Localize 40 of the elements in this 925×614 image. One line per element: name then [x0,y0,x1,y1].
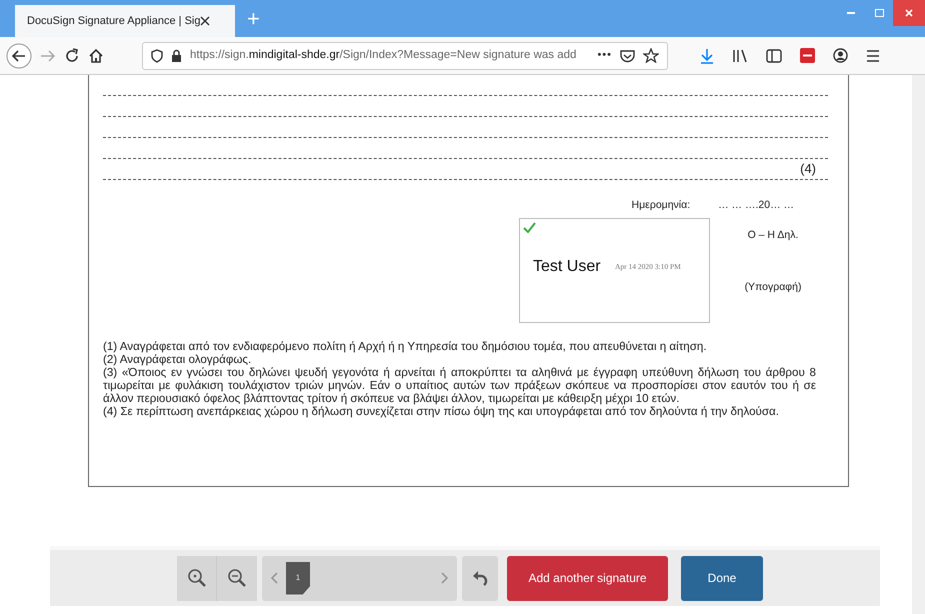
library-icon[interactable] [732,48,748,62]
close-button[interactable] [893,0,925,26]
signer-name: Test User [533,256,601,277]
minimize-icon [847,12,855,14]
extension-icon[interactable] [800,48,815,63]
download-icon[interactable] [700,48,714,64]
scrollbar[interactable] [912,75,925,614]
pocket-icon[interactable] [620,48,635,62]
page-actions-button[interactable]: ••• [597,47,612,64]
maximize-icon [874,9,884,17]
zoom-in-button[interactable] [177,556,217,600]
back-icon[interactable] [6,42,32,68]
footnote-text: (1) Αναγράφεται από τον ενδιαφερόμενο πολίτη ή Αρχή ή η Υπηρεσία του δημόσιου τομέα, που απευθύνεται η αίτηση. [103,340,708,353]
declarant-label: Ο – Η Δηλ. [748,228,798,243]
reload-icon[interactable] [64,48,80,64]
done-button[interactable]: Done [681,556,763,600]
close-icon [905,9,913,17]
date-label: Ημερομηνία: [632,198,690,213]
star-icon[interactable] [643,48,659,63]
footnote-mark: (4) [800,160,816,178]
home-icon[interactable] [88,48,104,64]
zoom-in-icon [186,568,206,588]
page-thumbnail[interactable]: 1 [286,562,310,594]
zoom-out-icon [227,568,247,588]
address-bar[interactable]: https://sign.mindigital-shde.gr/Sign/Index?Message=New signature was add ••• [142,42,668,70]
signature-caption: (Υπογραφή) [744,280,802,294]
lock-icon [171,49,182,62]
sidebar-icon[interactable] [766,48,782,62]
date-value: … … ….20… … [718,198,794,213]
footnote-text: (4) Σε περίπτωση ανεπάρκειας χώρου η δήλωση συνεχίζεται στην πίσω όψη της και υπογράφεται από τον δηλούντα ή την δηλούσα. [103,404,780,418]
add-signature-button[interactable]: Add another signature [507,556,668,600]
menu-icon[interactable] [866,50,880,62]
undo-button[interactable] [462,556,498,600]
browser-tab[interactable]: DocuSign Signature Appliance | Sig [15,5,235,37]
shield-icon [151,48,163,62]
footnote-text: (2) Αναγράφεται ολογράφως. [103,352,252,366]
account-icon[interactable] [833,48,848,63]
footnote-text: (3) «Όποιος εν γνώσει του δηλώνει ψευδή γεγονότα ή αρνείται ή αποκρύπτει τα αληθινά με έγγραφη υπεύθυνη δήλωση του άρθρου 8 τιμωρείται με φυλάκιση τουλάχιστον τριών μηνών. Εάν ο υπαίτιος αυτών των πράξεων σκόπευε να προσπορίσει στον εαυτόν του ή σε άλλον περιουσιακό όφελος βλάπτοντας τρίτον ή σκόπευε να βλάψει άλλον, τιμωρείται με κάθειρξη μέχρι 10 ετών. [103,366,816,405]
url-text: https://sign.mindigital-shde.gr/Sign/Index?Message=New signature was add [190,48,578,63]
undo-icon [472,570,488,586]
